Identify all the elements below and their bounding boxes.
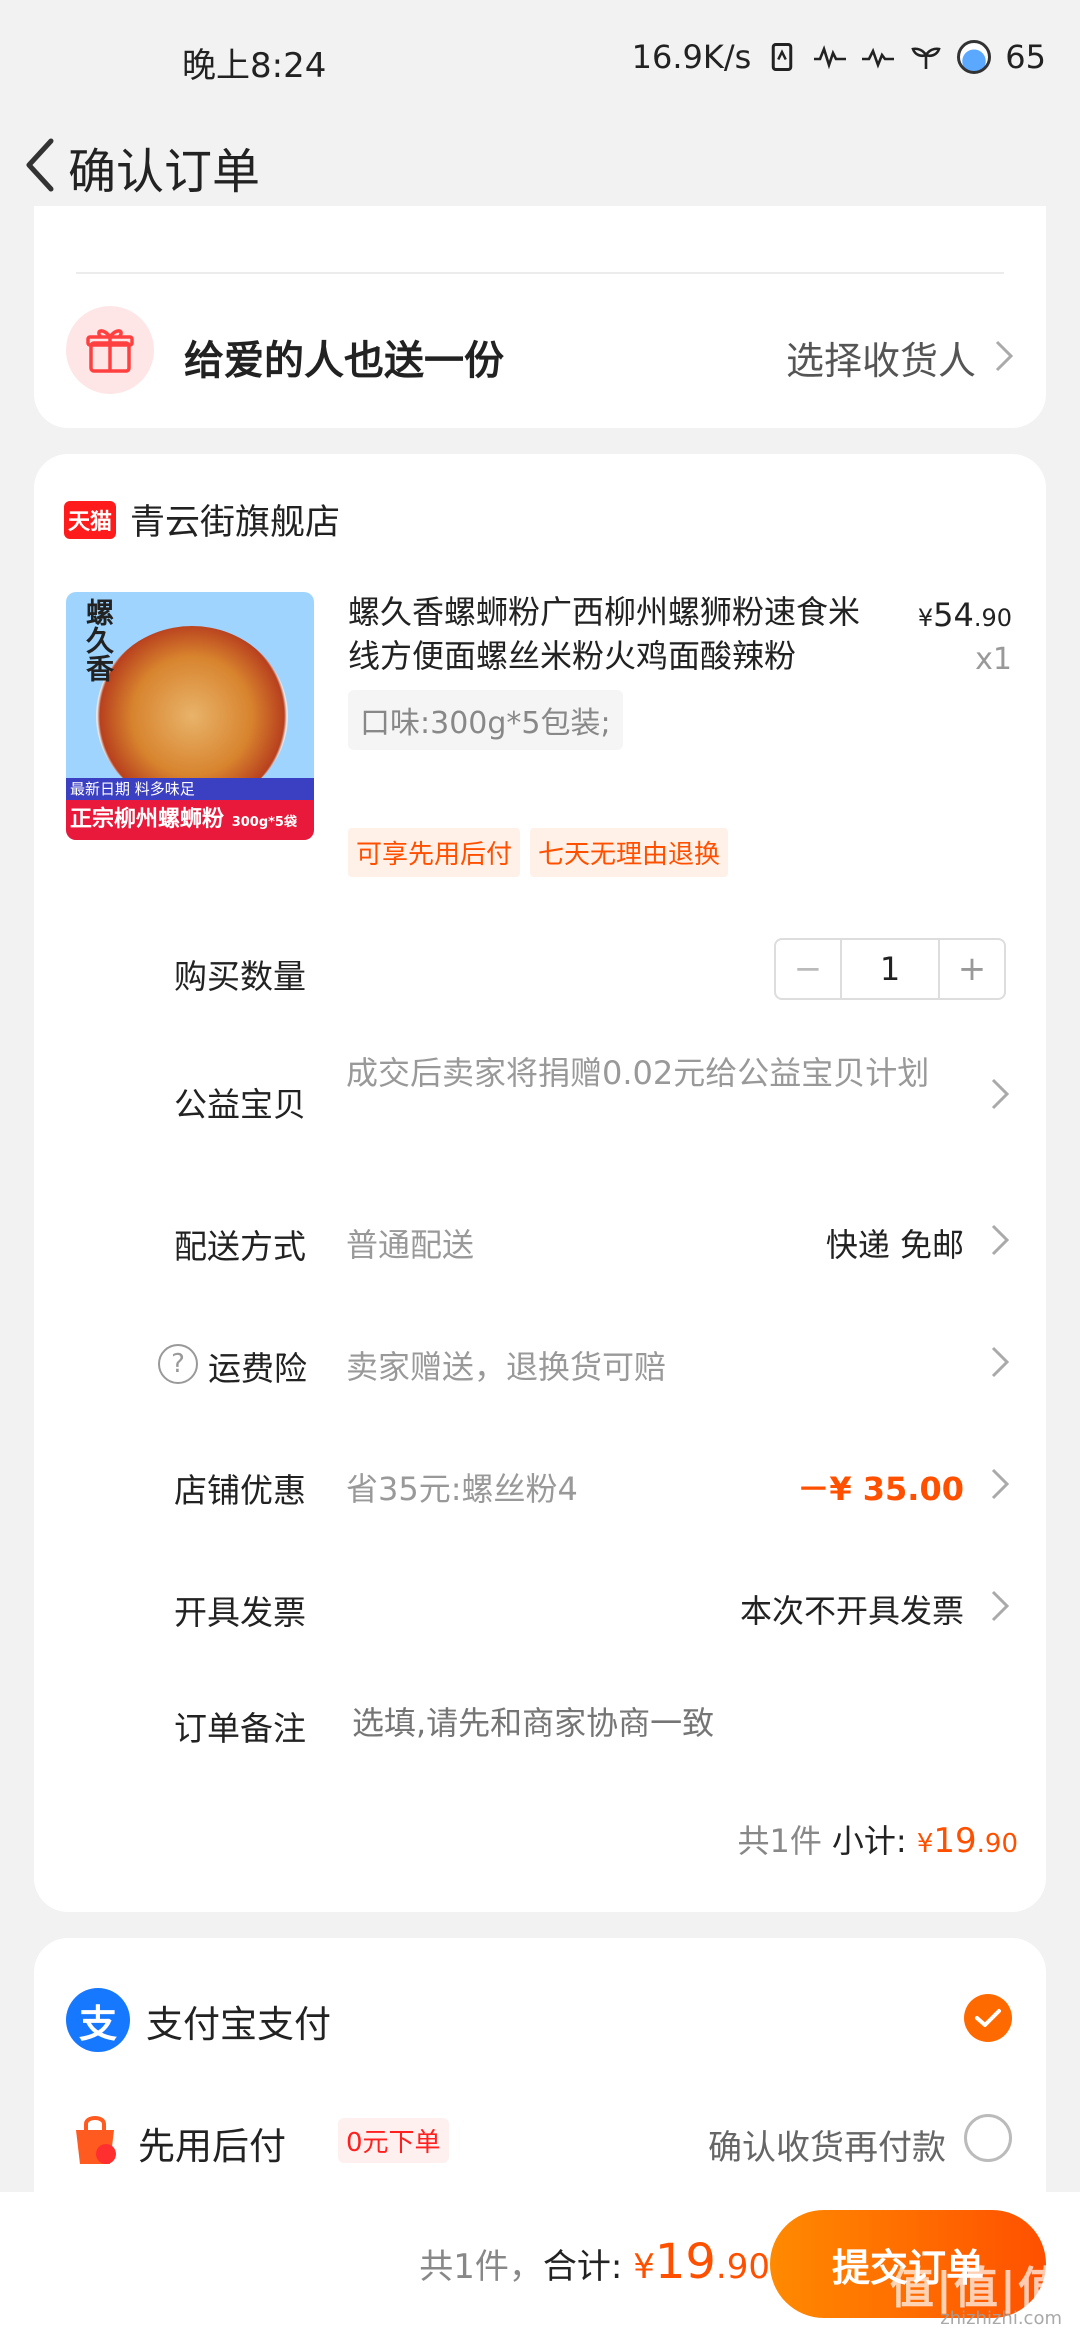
status-bar: 晚上8:24 16.9K/s 65 bbox=[0, 0, 1080, 110]
bottom-bar: 共1件，合计: ¥19.90 提交订单 值|值|值 zhizhizhi.com bbox=[0, 2192, 1080, 2340]
total-int: 19 bbox=[654, 2234, 716, 2290]
alipay-label[interactable]: 支付宝支付 bbox=[146, 1994, 331, 2048]
tag-return: 七天无理由退换 bbox=[530, 828, 729, 877]
gift-title: 给爱的人也送一份 bbox=[184, 338, 504, 384]
subtotal-int: 19 bbox=[933, 1821, 977, 1861]
chevron-right-icon bbox=[991, 1078, 1010, 1110]
tmall-logo: 天猫 bbox=[64, 500, 116, 539]
subtotal-yen: ¥ bbox=[916, 1829, 934, 1859]
product-quantity: x1 bbox=[975, 642, 1012, 677]
delivery-row[interactable]: 配送方式 普通配送 快递 免邮 bbox=[34, 1214, 1046, 1274]
price-int: 54 bbox=[933, 596, 974, 634]
subtotal: 共1件 小计: ¥19.90 bbox=[737, 1816, 1018, 1862]
invoice-label: 开具发票 bbox=[174, 1593, 306, 1632]
gift-icon bbox=[66, 306, 154, 394]
charity-value: 成交后卖家将捐赠0.02元给公益宝贝计划 bbox=[346, 1054, 930, 1092]
alipay-icon: 支 bbox=[66, 1988, 130, 2052]
quantity-value[interactable]: 1 bbox=[842, 940, 938, 998]
sim-icon bbox=[772, 43, 793, 71]
chevron-right-icon[interactable] bbox=[992, 336, 1016, 376]
delivery-label: 配送方式 bbox=[174, 1227, 306, 1266]
order-card: 天猫 青云街旗舰店 螺久香 最新日期 料多味足 正宗柳州螺蛳粉 300g*5袋 … bbox=[34, 454, 1046, 1912]
select-recipient-link[interactable]: 选择收货人 bbox=[786, 330, 976, 385]
total-dec: .90 bbox=[715, 2247, 770, 2287]
product-price: ¥54.90 bbox=[918, 596, 1012, 634]
shop-name: 青云街旗舰店 bbox=[130, 503, 341, 543]
page-title: 确认订单 bbox=[68, 144, 261, 200]
shipping-insurance-row[interactable]: ? 运费险 卖家赠送，退换货可赔 bbox=[34, 1336, 1046, 1396]
discount-amount: －¥ 35.00 bbox=[797, 1470, 964, 1508]
image-banner: 正宗柳州螺蛳粉 300g*5袋 bbox=[66, 800, 314, 840]
increase-button[interactable]: + bbox=[938, 940, 1004, 998]
invoice-value: 本次不开具发票 bbox=[739, 1592, 964, 1630]
net-speed: 16.9K/s bbox=[631, 38, 752, 76]
product-image[interactable]: 螺久香 最新日期 料多味足 正宗柳州螺蛳粉 300g*5袋 bbox=[66, 592, 314, 840]
product-title[interactable]: 螺久香螺蛳粉广西柳州螺狮粉速食米线方便面螺丝米粉火鸡面酸辣粉 bbox=[348, 590, 868, 678]
help-icon[interactable]: ? bbox=[158, 1344, 198, 1384]
activity-icon bbox=[862, 47, 895, 69]
image-caption: 最新日期 料多味足 bbox=[66, 778, 314, 800]
checkmark-icon bbox=[975, 2009, 1001, 2027]
tag-bnpl: 可享先用后付 bbox=[348, 828, 521, 877]
subtotal-dec: .90 bbox=[976, 1829, 1018, 1859]
image-banner-text: 正宗柳州螺蛳粉 bbox=[70, 807, 225, 832]
battery-level: 65 bbox=[1005, 38, 1046, 76]
decrease-button[interactable]: − bbox=[776, 940, 842, 998]
divider bbox=[76, 272, 1004, 274]
chevron-right-icon bbox=[991, 1346, 1010, 1378]
service-tags: 可享先用后付 七天无理由退换 bbox=[348, 828, 729, 877]
battery-icon bbox=[957, 40, 992, 74]
shop-header[interactable]: 天猫 青云街旗舰店 bbox=[64, 494, 340, 545]
subtotal-amount: ¥19.90 bbox=[916, 1821, 1018, 1861]
page-header: 确认订单 bbox=[0, 110, 1080, 220]
total-amount: ¥19.90 bbox=[633, 2234, 770, 2290]
total-yen: ¥ bbox=[633, 2247, 655, 2287]
image-banner-small: 300g*5袋 bbox=[231, 815, 297, 830]
discount-label: 店铺优惠 bbox=[174, 1471, 306, 1510]
chevron-right-icon bbox=[991, 1590, 1010, 1622]
watermark: 值|值|值 bbox=[889, 2263, 1064, 2314]
chevron-left-icon bbox=[26, 138, 54, 192]
insurance-label: 运费险 bbox=[208, 1349, 307, 1388]
shop-discount-row[interactable]: 店铺优惠 省35元:螺丝粉4 －¥ 35.00 bbox=[34, 1458, 1046, 1518]
insurance-value: 卖家赠送，退换货可赔 bbox=[346, 1348, 667, 1386]
charity-label: 公益宝贝 bbox=[174, 1085, 306, 1124]
quantity-label: 购买数量 bbox=[174, 957, 306, 996]
status-icons: 16.9K/s 65 bbox=[632, 38, 1046, 76]
subtotal-count: 共1件 bbox=[737, 1822, 822, 1860]
bnpl-label[interactable]: 先用后付 bbox=[138, 2116, 286, 2170]
product-spec[interactable]: 口味:300g*5包装; bbox=[348, 690, 623, 750]
zero-down-badge: 0元下单 bbox=[338, 2118, 449, 2163]
quantity-stepper: − 1 + bbox=[774, 938, 1006, 1000]
order-note-row: 订单备注 bbox=[34, 1696, 1046, 1756]
discount-value: 省35元:螺丝粉4 bbox=[346, 1470, 578, 1508]
price-symbol: ¥ bbox=[917, 604, 934, 632]
chevron-right-icon bbox=[991, 1224, 1010, 1256]
signal-wave-icon bbox=[814, 45, 847, 70]
delivery-fee: 快递 免邮 bbox=[825, 1226, 964, 1264]
note-label: 订单备注 bbox=[174, 1709, 306, 1748]
charity-row[interactable]: 公益宝贝 成交后卖家将捐赠0.02元给公益宝贝计划 bbox=[34, 1050, 1046, 1150]
shopping-bag-icon bbox=[76, 2116, 116, 2164]
total-count: 共1件， bbox=[419, 2247, 543, 2287]
price-dec: .90 bbox=[973, 604, 1012, 632]
bnpl-radio[interactable] bbox=[964, 2114, 1012, 2162]
sprout-icon bbox=[911, 47, 941, 69]
bnpl-description: 确认收货再付款 bbox=[708, 2128, 946, 2168]
watermark-url: zhizhizhi.com bbox=[940, 2308, 1062, 2329]
invoice-row[interactable]: 开具发票 本次不开具发票 bbox=[34, 1580, 1046, 1640]
total-label: 合计: bbox=[542, 2247, 623, 2287]
alipay-selected-check[interactable] bbox=[964, 1994, 1012, 2042]
gift-card: 给爱的人也送一份 选择收货人 bbox=[34, 206, 1046, 428]
delivery-value: 普通配送 bbox=[346, 1226, 475, 1264]
product-brand-logo: 螺久香 bbox=[82, 598, 115, 682]
chevron-right-icon bbox=[991, 1468, 1010, 1500]
back-button[interactable] bbox=[10, 130, 70, 200]
order-total: 共1件，合计: ¥19.90 bbox=[419, 2234, 770, 2290]
order-note-input[interactable] bbox=[352, 1696, 972, 1750]
status-time: 晚上8:24 bbox=[182, 46, 327, 86]
subtotal-label: 小计: bbox=[831, 1822, 907, 1860]
